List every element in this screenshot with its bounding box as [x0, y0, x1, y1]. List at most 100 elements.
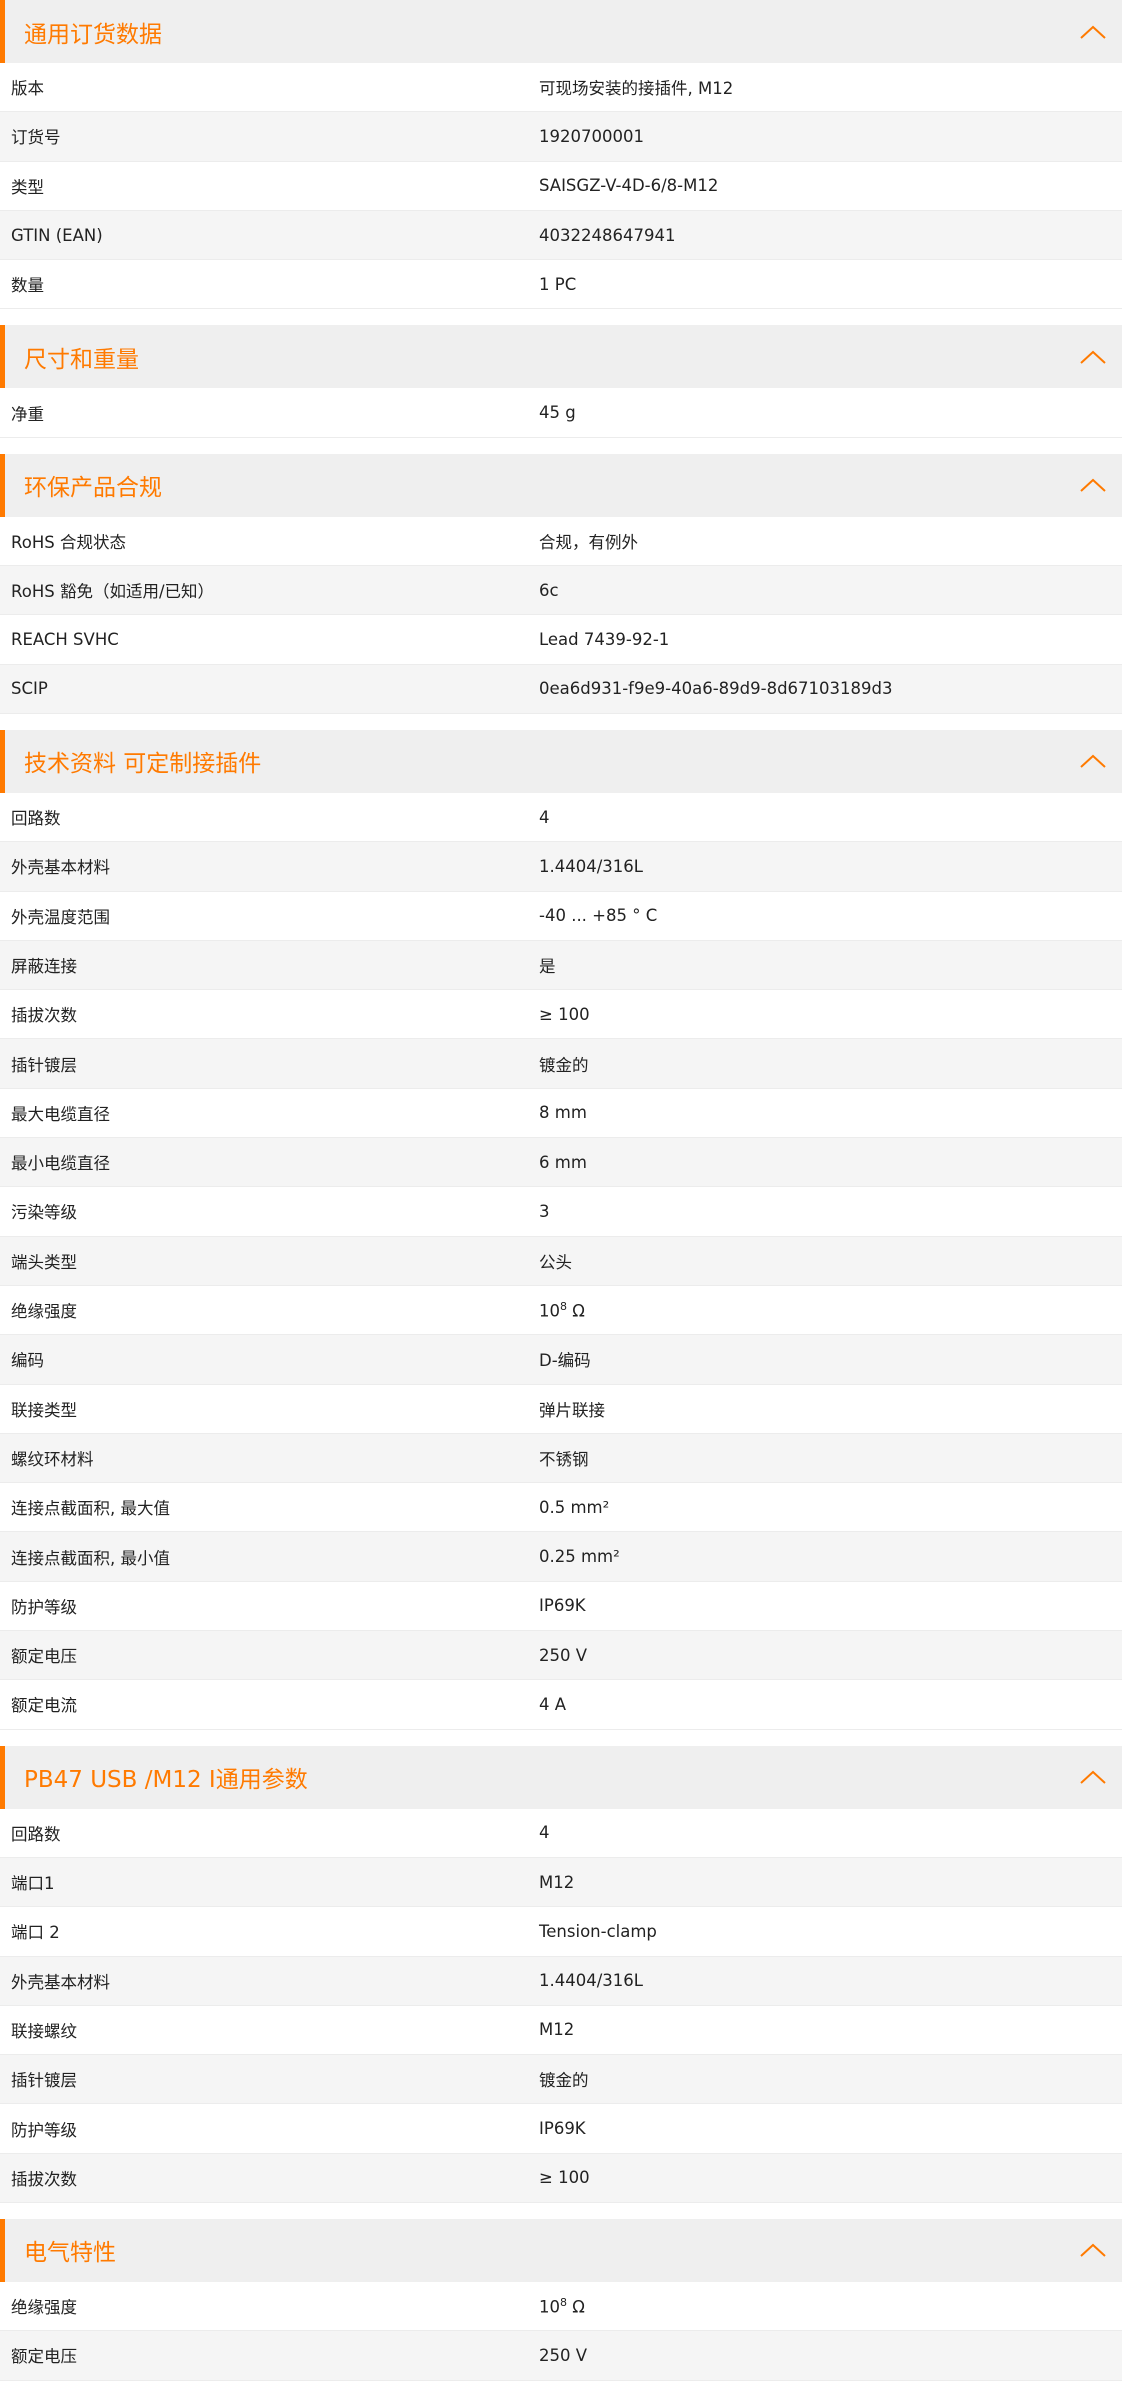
spec-key: 版本	[11, 79, 44, 99]
spec-row: 连接点截面积, 最大值 0.5 mm²	[0, 1483, 1122, 1533]
section-header-toggle[interactable]: 通用订货数据	[0, 0, 1122, 63]
spec-value-unit: Ω	[567, 2297, 585, 2317]
spec-value: 0ea6d931-f9e9-40a6-89d9-8d67103189d3	[539, 679, 893, 699]
spec-row: 净重 45 g	[0, 388, 1122, 438]
spec-value: 6c	[539, 580, 559, 600]
spec-row: 额定电流 4 A	[0, 1680, 1122, 1730]
spec-row: 防护等级 IP69K	[0, 2104, 1122, 2154]
spec-key: 类型	[11, 177, 44, 197]
section-title: 尺寸和重量	[24, 346, 139, 373]
chevron-up-icon[interactable]	[1078, 348, 1108, 366]
spec-key: 屏蔽连接	[11, 957, 77, 976]
spec-row: 端口 2 Tension-clamp	[0, 1907, 1122, 1957]
spec-value: M12	[539, 1872, 575, 1892]
spec-key: 插针镀层	[11, 1055, 77, 1075]
spec-value: 4032248647941	[539, 225, 676, 245]
spec-row: 绝缘强度 108 Ω	[0, 2282, 1122, 2332]
spec-value: 8 mm	[539, 1103, 587, 1123]
spec-row: RoHS 合规状态 合规，有例外	[0, 517, 1122, 567]
chevron-up-icon[interactable]	[1078, 476, 1108, 494]
chevron-up-icon[interactable]	[1078, 2241, 1108, 2259]
spec-row: 最小电缆直径 6 mm	[0, 1138, 1122, 1188]
spec-value: 250 V	[539, 2345, 588, 2365]
spec-row: 端口1 M12	[0, 1857, 1122, 1908]
spec-row: 联接类型 弹片联接	[0, 1385, 1122, 1434]
spec-section-1: 尺寸和重量净重 45 g	[0, 325, 1122, 438]
section-title: 电气特性	[24, 2240, 116, 2267]
section-header-toggle[interactable]: 电气特性	[0, 2218, 1122, 2282]
spec-key: 联接螺纹	[11, 2021, 77, 2041]
spec-key: 数量	[11, 276, 44, 296]
chevron-up-icon[interactable]	[1078, 1768, 1108, 1786]
spec-value-exponent: 8	[560, 2295, 567, 2309]
spec-row: 污染等级 3	[0, 1187, 1122, 1237]
spec-value: IP69K	[539, 2119, 586, 2139]
spec-key: 联接类型	[11, 1400, 77, 1420]
spec-key: 订货号	[11, 128, 61, 148]
spec-value: D-编码	[539, 1351, 591, 1371]
spec-row: 数量 1 PC	[0, 260, 1122, 310]
spec-section-3: 技术资料 可定制接插件回路数 4 外壳基本材料 1.4404/316L 外壳温度范围 -4…	[0, 729, 1122, 1730]
spec-key: 回路数	[11, 809, 61, 829]
chevron-up-icon[interactable]	[1078, 23, 1108, 41]
chevron-up-icon[interactable]	[1078, 752, 1108, 770]
spec-value: 公头	[539, 1252, 572, 1272]
spec-value: 1920700001	[539, 126, 644, 146]
spec-row: 联接螺纹 M12	[0, 2006, 1122, 2056]
spec-value-unit: Ω	[567, 1301, 585, 1321]
spec-key: 插拔次数	[11, 2169, 77, 2189]
spec-value: 镀金的	[539, 1055, 589, 1075]
spec-value: 0.5 mm²	[539, 1497, 610, 1517]
spec-value: 合规，有例外	[539, 532, 638, 552]
spec-key: 端口 2	[11, 1923, 60, 1943]
spec-value: 镀金的	[539, 2071, 589, 2091]
spec-row: 额定电压 250 V	[0, 1631, 1122, 1681]
spec-key: 外壳基本材料	[11, 858, 110, 878]
section-title: 环保产品合规	[24, 475, 162, 502]
spec-key: 连接点截面积, 最小值	[11, 1548, 170, 1568]
spec-value-exponent: 8	[560, 1299, 567, 1313]
spec-value: 108 Ω	[539, 2296, 1122, 2317]
section-header-toggle[interactable]: PB47 USB /M12 I通用参数	[0, 1745, 1122, 1809]
spec-value: M12	[539, 2020, 575, 2040]
spec-key: 最小电缆直径	[11, 1154, 110, 1174]
spec-value: ≥ 100	[539, 1004, 590, 1024]
spec-row: 插拔次数 ≥ 100	[0, 2153, 1122, 2203]
spec-key: 绝缘强度	[11, 1302, 77, 1322]
spec-row: 防护等级 IP69K	[0, 1582, 1122, 1632]
spec-value: 4 A	[539, 1694, 567, 1714]
spec-value: 108 Ω	[539, 1300, 1122, 1321]
spec-value-base: 10	[539, 1301, 560, 1321]
section-title: PB47 USB /M12 I通用参数	[24, 1767, 308, 1794]
spec-key: 编码	[11, 1351, 44, 1371]
spec-section-0: 通用订货数据 版本 可现场安装的接插件, M12 订货号 1920700001 类型 SAI…	[0, 0, 1122, 310]
spec-key: 回路数	[11, 1824, 61, 1844]
section-header-toggle[interactable]: 技术资料 可定制接插件	[0, 729, 1122, 793]
spec-key: 插针镀层	[11, 2071, 77, 2091]
section-header-toggle[interactable]: 环保产品合规	[0, 453, 1122, 517]
section-title: 技术资料 可定制接插件	[24, 751, 262, 778]
spec-key: 最大电缆直径	[11, 1104, 110, 1124]
spec-row: 编码 D-编码	[0, 1335, 1122, 1385]
spec-section-4: PB47 USB /M12 I通用参数 回路数 4 端口1 M12 端口 2 Tension…	[0, 1745, 1122, 2203]
spec-section-2: 环保产品合规 RoHS 合规状态 合规，有例外 RoHS 豁免（如适用/已知） 6c RE…	[0, 453, 1122, 714]
spec-row: 插拔次数 ≥ 100	[0, 990, 1122, 1040]
spec-value: 是	[539, 957, 556, 976]
spec-row: 外壳基本材料 1.4404/316L	[0, 842, 1122, 892]
spec-row: 外壳温度范围 -40 ... +85 ° C	[0, 892, 1122, 941]
spec-key: 额定电流	[11, 1696, 77, 1716]
spec-value: 0.25 mm²	[539, 1547, 620, 1567]
spec-value: -40 ... +85 ° C	[539, 906, 658, 926]
spec-key: 绝缘强度	[11, 2298, 77, 2318]
spec-key: 污染等级	[11, 1203, 77, 1223]
spec-value: 4	[539, 807, 550, 827]
spec-key: 额定电压	[11, 2347, 77, 2367]
spec-key: 端口1	[11, 1874, 55, 1894]
spec-key: REACH SVHC	[11, 630, 119, 650]
section-title: 通用订货数据	[24, 21, 162, 48]
section-header-toggle[interactable]: 尺寸和重量	[0, 325, 1122, 389]
spec-row: 绝缘强度 108 Ω	[0, 1286, 1122, 1336]
spec-row: 订货号 1920700001	[0, 112, 1122, 162]
spec-key: SCIP	[11, 679, 48, 699]
spec-value: 45 g	[539, 403, 576, 423]
